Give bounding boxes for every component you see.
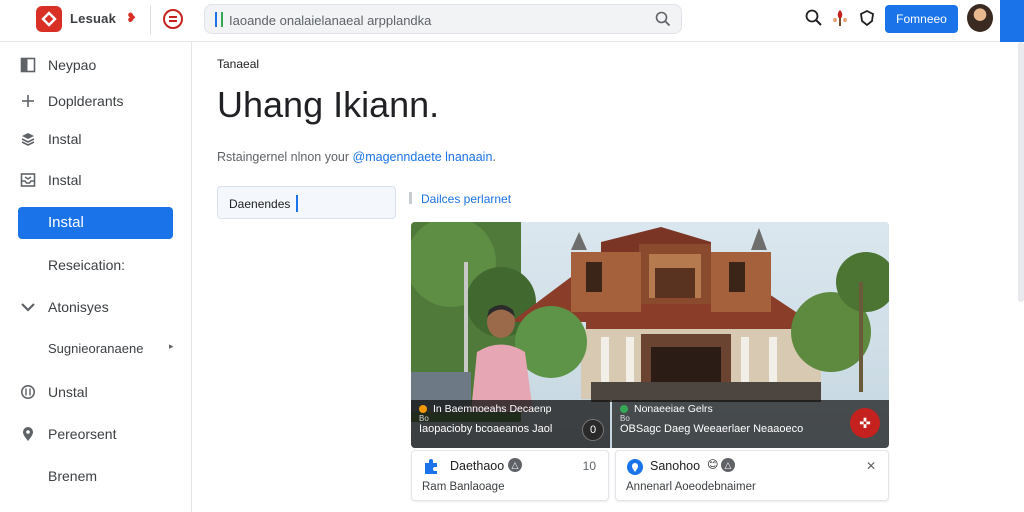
- sidebar-item-label: Neypao: [48, 57, 97, 73]
- sidebar-item-label: Reseication:: [48, 257, 126, 273]
- puzzle-icon: [425, 459, 437, 474]
- sidebar-item-brenem[interactable]: Brenem: [0, 459, 192, 493]
- location-icon: [23, 427, 33, 441]
- link-text[interactable]: Dailces perlarnet: [421, 192, 511, 206]
- sidebar-item-sugnieoranaene[interactable]: Sugnieoranaene ▸: [0, 332, 192, 366]
- sidebar-item-label: Instal: [48, 131, 82, 147]
- top-bar: Lesuak ❥ Fomneeo: [0, 0, 1024, 42]
- card-subtitle: Annenarl Aoeodebnaimer: [626, 481, 756, 493]
- sidebar-item-pereorsent[interactable]: Pereorsent: [0, 417, 192, 451]
- divider: [150, 6, 151, 34]
- sidebar-item-neypao[interactable]: Neypao: [0, 48, 192, 82]
- emoji-icon: 😊: [707, 459, 719, 471]
- info-icon: △: [508, 458, 522, 472]
- sidebar-item-reseication[interactable]: Reseication:: [0, 248, 192, 282]
- search-icon[interactable]: [655, 11, 671, 27]
- close-icon[interactable]: ✕: [866, 459, 876, 473]
- card-meta: 10: [582, 459, 596, 473]
- divider: [409, 192, 412, 204]
- info-card[interactable]: Sanohoo 😊 △ ✕ Annenarl Aoeodebnaimer: [615, 450, 889, 501]
- circle-icon: [21, 385, 35, 399]
- subtitle: Rstaingernel nlnon your @magenndaete lna…: [217, 150, 496, 164]
- sidebar-item-instal-2[interactable]: Instal: [0, 163, 192, 197]
- menu-icon[interactable]: [163, 9, 183, 29]
- sidebar-item-label: Instal: [48, 172, 82, 188]
- plus-icon: [22, 95, 34, 107]
- location-icon: [627, 459, 643, 475]
- caption-text: Iaopacioby bcoaeanos Jaol: [419, 423, 553, 435]
- caption-meta: Bo: [419, 414, 429, 423]
- card-title: Daethaoo: [450, 459, 505, 473]
- sidebar-item-unstal[interactable]: Unstal: [0, 375, 192, 409]
- text-cursor: [296, 195, 298, 212]
- corner-accent: [1000, 0, 1024, 42]
- chevron-right-icon: ▸: [169, 341, 174, 351]
- breadcrumb[interactable]: Tanaeal: [217, 57, 259, 71]
- sidebar-item-label: Pereorsent: [48, 426, 117, 442]
- search-input[interactable]: [229, 9, 649, 31]
- page-title: Uhang Ikiann.: [217, 84, 440, 125]
- caption-title: Nonaeeiae Gelrs: [620, 403, 713, 415]
- subtitle-link[interactable]: @magenndaete lnanaain: [353, 150, 493, 164]
- sidebar-item-label: Doplderants: [48, 93, 124, 109]
- link-row[interactable]: Dailces perlarnet: [409, 192, 511, 206]
- info-icon: △: [721, 458, 735, 472]
- caption-meta: Bo: [620, 414, 630, 423]
- pin-icon[interactable]: [830, 8, 850, 28]
- text-field[interactable]: Daenendes: [217, 186, 396, 219]
- sidebar-item-instal[interactable]: Instal: [0, 122, 192, 156]
- scrollbar[interactable]: [1018, 42, 1024, 302]
- photo-card[interactable]: In Baemnoeahs Decaenp Bo Iaopacioby bcoa…: [411, 222, 889, 448]
- sidebar: Neypao Doplderants Instal Instal Instal …: [0, 42, 192, 512]
- caption-title: In Baemnoeahs Decaenp: [419, 403, 552, 415]
- shield-icon[interactable]: [857, 8, 877, 28]
- sidebar-item-label: Sugnieoranaene: [48, 341, 144, 356]
- app-logo[interactable]: [36, 6, 62, 32]
- field-value: Daenendes: [229, 197, 291, 211]
- caption-left: In Baemnoeahs Decaenp Bo Iaopacioby bcoa…: [411, 400, 610, 448]
- sidebar-item-atonisyes[interactable]: Atonisyes: [0, 290, 192, 324]
- caption-right: Nonaeeiae Gelrs Bo OBSagc Daeg Weeaerlae…: [612, 400, 889, 448]
- subtitle-text: Rstaingernel nlnon your: [217, 150, 350, 164]
- search-bar[interactable]: [204, 4, 682, 34]
- person-icon[interactable]: ✜: [850, 408, 880, 438]
- heart-icon[interactable]: ❥: [126, 10, 137, 26]
- inbox-icon: [20, 173, 36, 187]
- search-cursor: [221, 12, 223, 27]
- sidebar-item-label: Brenem: [48, 468, 98, 484]
- avatar[interactable]: [967, 4, 993, 32]
- info-card[interactable]: Daethaoo △ 10 Ram Banlaoage: [411, 450, 609, 501]
- count-badge[interactable]: 0: [582, 419, 604, 441]
- sidebar-item-label: Atonisyes: [48, 299, 109, 315]
- search-icon[interactable]: [804, 8, 824, 28]
- layers-icon: [21, 133, 35, 146]
- app-title: Lesuak: [70, 11, 117, 26]
- sidebar-item-active[interactable]: Instal: [18, 207, 173, 239]
- window-icon: [20, 57, 36, 73]
- caption-text: OBSagc Daeg Weeaerlaer Neaaoeco: [620, 423, 804, 435]
- primary-button[interactable]: Fomneeo: [885, 5, 958, 33]
- sidebar-item-label: Unstal: [48, 384, 88, 400]
- sidebar-item-doplderants[interactable]: Doplderants: [0, 84, 192, 118]
- chevron-down-icon: [21, 303, 35, 312]
- card-subtitle: Ram Banlaoage: [422, 481, 505, 493]
- search-cursor: [215, 12, 217, 27]
- card-title: Sanohoo: [650, 459, 701, 473]
